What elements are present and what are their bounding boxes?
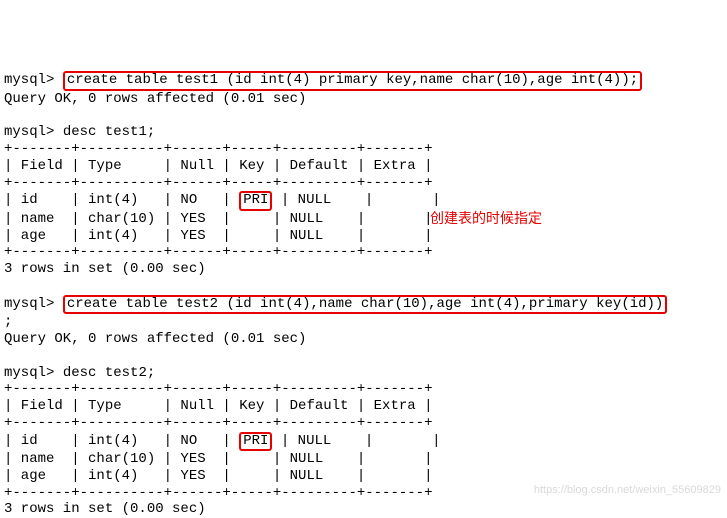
pri-key-marker: PRI bbox=[239, 432, 272, 451]
prompt: mysql> bbox=[4, 296, 54, 312]
sql-create-test1: create table test1 (id int(4) primary ke… bbox=[63, 71, 642, 90]
table-row: | NULL | | bbox=[272, 192, 440, 208]
sql-create-test2: create table test2 (id int(4),name char(… bbox=[63, 295, 668, 314]
table-row: | id | int(4) | NO | bbox=[4, 192, 239, 208]
table-row: | age | int(4) | YES | | NULL | | bbox=[4, 468, 432, 484]
continuation-semicolon: ; bbox=[4, 314, 12, 330]
rows-in-set: 3 rows in set (0.00 sec) bbox=[4, 501, 206, 517]
sql-desc-test1: desc test1; bbox=[63, 124, 155, 140]
query-ok-1: Query OK, 0 rows affected (0.01 sec) bbox=[4, 91, 306, 107]
table-row: | name | char(10) | YES | | NULL | | bbox=[4, 451, 432, 467]
table-sep: +-------+----------+------+-----+-------… bbox=[4, 415, 432, 431]
table-sep: +-------+----------+------+-----+-------… bbox=[4, 244, 432, 260]
query-ok-2: Query OK, 0 rows affected (0.01 sec) bbox=[4, 331, 306, 347]
table-sep: +-------+----------+------+-----+-------… bbox=[4, 141, 432, 157]
table-sep: +-------+----------+------+-----+-------… bbox=[4, 485, 432, 501]
pri-key-marker: PRI bbox=[239, 191, 272, 210]
table-header: | Field | Type | Null | Key | Default | … bbox=[4, 158, 432, 174]
table-row: | age | int(4) | YES | | NULL | | bbox=[4, 228, 432, 244]
prompt: mysql> bbox=[4, 124, 54, 140]
table-row: | id | int(4) | NO | bbox=[4, 433, 239, 449]
sql-desc-test2: desc test2; bbox=[63, 365, 155, 381]
table-row: | NULL | | bbox=[272, 433, 440, 449]
table-header: | Field | Type | Null | Key | Default | … bbox=[4, 398, 432, 414]
watermark: https://blog.csdn.net/weixin_55609829 bbox=[534, 484, 721, 497]
table-sep: +-------+----------+------+-----+-------… bbox=[4, 381, 432, 397]
prompt: mysql> bbox=[4, 72, 54, 88]
rows-in-set: 3 rows in set (0.00 sec) bbox=[4, 261, 206, 277]
prompt: mysql> bbox=[4, 365, 54, 381]
table-sep: +-------+----------+------+-----+-------… bbox=[4, 175, 432, 191]
annotation-text: 创建表的时候指定 bbox=[430, 210, 542, 227]
table-row: | name | char(10) | YES | | NULL | | bbox=[4, 211, 432, 227]
